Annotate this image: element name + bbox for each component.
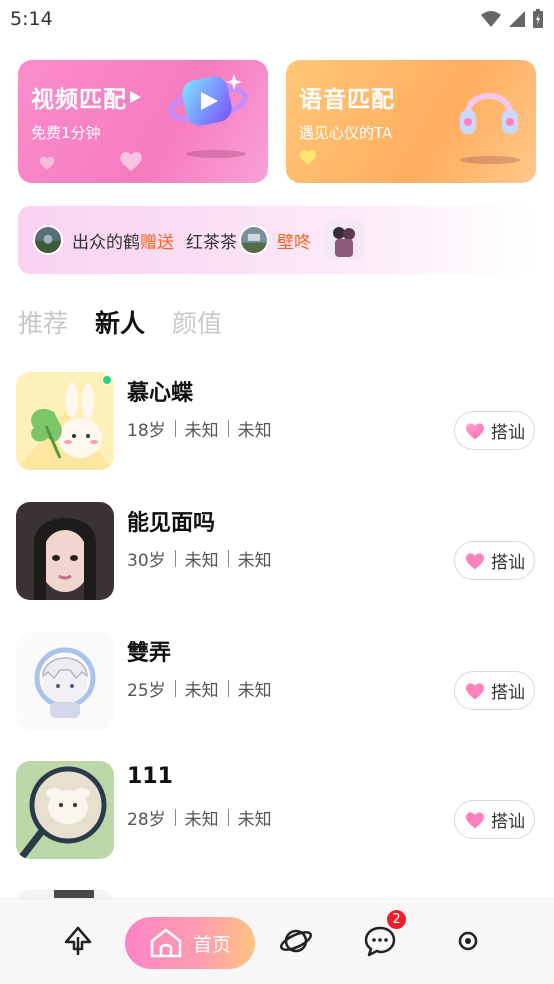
user-attr: 未知 [237,681,272,701]
user-attr: 未知 [184,810,219,830]
divider [174,809,176,826]
user-age: 30岁 [127,551,166,571]
user-avatar [16,890,114,898]
video-match-title: 视频匹配 [31,87,127,113]
user-attr: 未知 [237,551,272,571]
divider [227,420,229,437]
video-match-card[interactable]: 视频匹配 免费1分钟 [18,60,268,183]
user-list-item[interactable]: 慕心蝶 18岁 未知 未知 搭讪 [0,372,554,472]
user-attr: 未知 [237,421,272,441]
greet-button[interactable]: 搭讪 [454,541,535,580]
online-indicator [102,375,112,385]
sender-avatar [33,225,63,255]
voice-match-card[interactable]: 语音匹配 遇见心仪的TA [286,60,536,183]
gift-receiver: 红茶茶 [186,232,237,253]
small-heart-icon [120,152,142,171]
video-camera-icon [168,74,248,126]
nav-tree[interactable] [60,923,96,959]
greet-button-label: 搭讪 [491,553,525,573]
heart-icon [465,422,485,439]
home-icon [150,928,182,958]
user-avatar [16,372,114,470]
play-icon [130,91,141,103]
message-badge: 2 [386,909,407,930]
user-list-item[interactable]: 雙弄 25岁 未知 未知 搭讪 [0,632,554,732]
user-avatar [16,502,114,600]
video-match-subtitle: 免费1分钟 [31,124,101,142]
user-list-item[interactable] [0,890,554,898]
signal-icon [509,11,525,27]
user-meta: 28岁 未知 未知 [127,805,272,830]
voice-match-title: 语音匹配 [299,87,395,113]
gift-action: 赠送 [140,232,174,253]
divider [174,550,176,567]
user-age: 18岁 [127,421,166,441]
user-age: 25岁 [127,681,166,701]
headphones-icon [460,93,518,134]
gift-banner-row: 出众的鹤 赠送 红茶茶 壁咚 [33,221,363,259]
voice-match-subtitle: 遇见心仪的TA [299,124,393,142]
divider [227,680,229,697]
tab-recommend[interactable]: 推荐 [18,304,68,340]
greet-button-label: 搭讪 [491,812,525,832]
receiver-avatar [239,225,269,255]
status-bar: 5:14 [0,0,554,38]
small-heart-icon [299,150,317,165]
wifi-icon [481,11,501,27]
nav-profile[interactable] [450,923,486,959]
feed-tabs: 推荐 新人 颜值 [18,300,222,340]
greet-button[interactable]: 搭讪 [454,411,535,450]
greet-button-label: 搭讪 [491,683,525,703]
user-age: 28岁 [127,810,166,830]
heart-icon [465,682,485,699]
status-icons [480,8,544,30]
user-name: 雙弄 [127,641,172,666]
user-list-item[interactable]: 能见面吗 30岁 未知 未知 搭讪 [0,502,554,602]
user-avatar [16,632,114,730]
card-shadow [460,156,520,164]
bottom-nav: 首页 2 [0,898,554,984]
gift-banner[interactable]: 出众的鹤 赠送 红茶茶 壁咚 [18,206,534,274]
user-attr: 未知 [184,551,219,571]
nav-home[interactable]: 首页 [125,917,255,969]
tab-newcomers[interactable]: 新人 [95,304,145,340]
small-heart-icon [39,156,55,170]
user-name: 能见面吗 [127,511,216,536]
user-meta: 18岁 未知 未知 [127,416,272,441]
nav-discover[interactable] [278,923,314,959]
heart-icon [465,811,485,828]
user-list-item[interactable]: 111 28岁 未知 未知 搭讪 [0,761,554,861]
status-time: 5:14 [10,8,53,30]
nav-home-label: 首页 [192,933,231,956]
divider [227,550,229,567]
user-attr: 未知 [237,810,272,830]
planet-icon [280,929,312,953]
user-avatar [16,761,114,859]
user-meta: 30岁 未知 未知 [127,546,272,571]
tree-icon [64,926,92,955]
gift-sender: 出众的鹤 [72,232,140,253]
user-attr: 未知 [184,421,219,441]
greet-button[interactable]: 搭讪 [454,671,535,710]
user-attr: 未知 [184,681,219,701]
gift-image-icon [325,221,363,259]
divider [227,809,229,826]
user-meta: 25岁 未知 未知 [127,676,272,701]
greet-button[interactable]: 搭讪 [454,800,535,839]
user-name: 慕心蝶 [127,381,194,406]
battery-icon [533,9,543,28]
user-name: 111 [127,764,173,789]
divider [174,420,176,437]
gift-name: 壁咚 [277,232,311,253]
heart-icon [465,552,485,569]
greet-button-label: 搭讪 [491,423,525,443]
card-shadow [186,150,246,158]
profile-icon [458,931,478,951]
divider [174,680,176,697]
tab-looks[interactable]: 颜值 [172,304,222,340]
chat-icon [364,926,396,957]
